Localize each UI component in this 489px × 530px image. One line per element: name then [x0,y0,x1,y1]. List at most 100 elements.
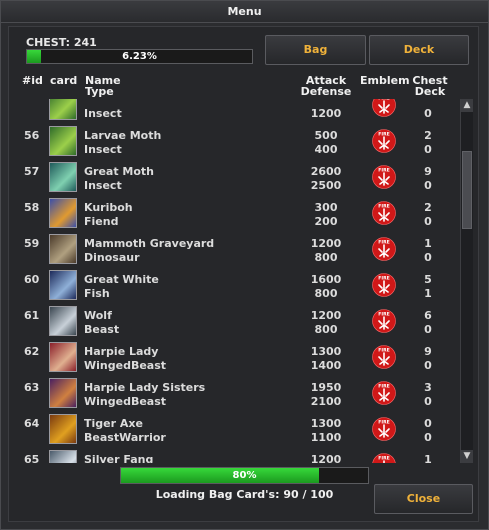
card-attack: 1200 [310,453,342,463]
card-row[interactable]: 65 Silver Fang 1200 FIRE 1 [16,450,460,463]
card-row[interactable]: 59 Mammoth Graveyard Dinosaur 1200 800 FIRE 1 0 [16,234,460,270]
card-id: 59 [24,237,40,250]
card-type: Insect [84,143,122,156]
card-art-image [49,126,77,156]
column-header-id[interactable]: #id [22,75,43,86]
card-name: Great Moth [84,165,155,178]
card-id: 57 [24,165,40,178]
card-list[interactable]: Insect 1200 FIRE 0 56 Larvae Moth Insect 500 400… [16,99,460,463]
card-name: Harpie Lady Sisters [84,381,206,394]
card-attack: 2600 [310,165,342,178]
card-attack: 300 [314,201,338,214]
close-button[interactable]: Close [374,484,473,514]
card-attack: 1300 [310,417,342,430]
card-art-image [49,306,77,336]
column-header-name-type[interactable]: Name Type [85,75,121,97]
card-deck-count: 0 [424,179,432,192]
card-defense: 2500 [310,179,342,192]
loading-progress-bar: 80% [120,467,369,484]
card-attack: 1200 [310,309,342,322]
card-chest-count: 5 [424,273,432,286]
card-name: Kuriboh [84,201,133,214]
card-art-image [49,378,77,408]
card-chest-count: 3 [424,381,432,394]
card-list-scrollbar[interactable]: ▲ ▼ [460,99,473,463]
card-row[interactable]: 61 Wolf Beast 1200 800 FIRE 6 0 [16,306,460,342]
card-id: 62 [24,345,40,358]
scroll-down-arrow-icon[interactable]: ▼ [461,450,473,463]
card-defense: 800 [314,323,338,336]
card-defense: 400 [314,143,338,156]
loading-progress-text: 80% [232,470,257,481]
card-deck-count: 1 [424,287,432,300]
card-row[interactable]: 58 Kuriboh Fiend 300 200 FIRE 2 0 [16,198,460,234]
card-id: 56 [24,129,40,142]
card-art-image [49,234,77,264]
card-attack: 1300 [310,345,342,358]
card-chest-count: 1 [424,453,432,463]
fire-emblem-icon: FIRE [372,237,396,261]
fire-emblem-icon: FIRE [372,99,396,117]
card-row[interactable]: 64 Tiger Axe BeastWarrior 1300 1100 FIRE 0 0 [16,414,460,450]
chest-count-label: CHEST: 241 [26,36,97,49]
card-attack: 1600 [310,273,342,286]
column-header-card[interactable]: card [50,75,77,86]
card-chest-count: 0 [424,417,432,430]
column-header-emblem[interactable]: Emblem [360,75,410,86]
card-defense: 2100 [310,395,342,408]
fire-emblem-icon: FIRE [372,381,396,405]
card-row[interactable]: 62 Harpie Lady WingedBeast 1300 1400 FIRE 9 0 [16,342,460,378]
card-id: 58 [24,201,40,214]
card-id: 64 [24,417,40,430]
card-name: Larvae Moth [84,129,162,142]
card-row[interactable]: 63 Harpie Lady Sisters WingedBeast 1950 2100… [16,378,460,414]
column-header-chest-deck[interactable]: Chest Deck [412,75,448,97]
scroll-up-arrow-icon[interactable]: ▲ [461,99,473,112]
card-name: Silver Fang [84,453,154,463]
chest-progress-bar: 6.23% [26,49,253,64]
card-art-image [49,162,77,192]
fire-emblem-icon: FIRE [372,417,396,441]
loading-status-text: Loading Bag Card's: 90 / 100 [155,488,334,501]
card-defense: 1100 [310,431,342,444]
card-id: 61 [24,309,40,322]
deck-button[interactable]: Deck [369,35,469,65]
card-id: 60 [24,273,40,286]
card-type: WingedBeast [84,395,167,408]
card-chest-count: 2 [424,129,432,142]
card-attack: 1200 [310,237,342,250]
column-header-attack-defense[interactable]: Attack Defense [300,75,352,97]
card-type: WingedBeast [84,359,167,372]
fire-emblem-icon: FIRE [372,453,396,463]
card-type: Insect [84,107,122,120]
card-chest-count: 2 [424,201,432,214]
card-type: Beast [84,323,120,336]
card-deck-count: 0 [424,107,432,120]
chest-progress-text: 6.23% [122,51,157,62]
fire-emblem-icon: FIRE [372,273,396,297]
fire-emblem-icon: FIRE [372,201,396,225]
card-deck-count: 0 [424,251,432,264]
card-art-image [49,414,77,444]
column-header-deck: Deck [414,85,446,98]
card-chest-count: 9 [424,345,432,358]
card-defense: 800 [314,287,338,300]
card-row[interactable]: 56 Larvae Moth Insect 500 400 FIRE 2 0 [16,126,460,162]
scrollbar-thumb[interactable] [462,151,472,229]
card-deck-count: 0 [424,323,432,336]
card-name: Harpie Lady [84,345,159,358]
window-title: Menu [1,1,488,23]
card-chest-count: 1 [424,237,432,250]
card-row[interactable]: Insect 1200 FIRE 0 [16,99,460,126]
card-name: Wolf [84,309,112,322]
card-id: 65 [24,453,40,463]
card-id: 63 [24,381,40,394]
bag-button[interactable]: Bag [265,35,366,65]
card-row[interactable]: 60 Great White Fish 1600 800 FIRE 5 1 [16,270,460,306]
card-deck-count: 0 [424,395,432,408]
card-deck-count: 0 [424,359,432,372]
card-chest-count: 6 [424,309,432,322]
card-row[interactable]: 57 Great Moth Insect 2600 2500 FIRE 9 0 [16,162,460,198]
card-deck-count: 0 [424,431,432,444]
card-type: Dinosaur [84,251,140,264]
